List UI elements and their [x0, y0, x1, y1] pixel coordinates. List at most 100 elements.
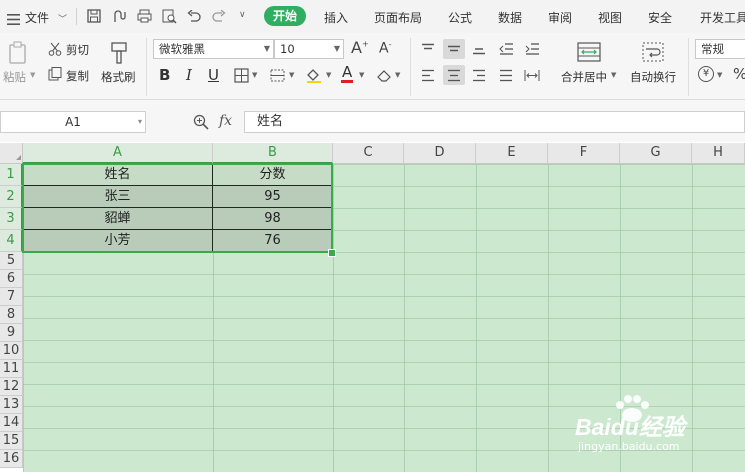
- column-header-d[interactable]: D: [404, 143, 476, 164]
- cell-b3[interactable]: 98: [213, 208, 333, 230]
- undo-icon[interactable]: [185, 7, 203, 25]
- font-name-select[interactable]: 微软雅黑 ▼: [153, 39, 274, 59]
- row-header-9[interactable]: 9: [0, 324, 23, 342]
- tab-home[interactable]: 开始: [264, 6, 307, 26]
- chevron-down-icon[interactable]: ▼: [326, 71, 331, 79]
- select-all-corner[interactable]: [0, 143, 23, 164]
- cut-button[interactable]: 剪切: [66, 42, 89, 58]
- tab-page-layout[interactable]: 页面布局: [374, 9, 422, 26]
- merge-center-icon[interactable]: [576, 41, 602, 63]
- row-header-2[interactable]: 2: [0, 186, 23, 208]
- row-header-16[interactable]: 16: [0, 450, 23, 468]
- distributed-align-icon[interactable]: [522, 65, 542, 85]
- row-header-1[interactable]: 1: [0, 164, 23, 186]
- decrease-indent-icon[interactable]: [496, 39, 516, 59]
- row-header-14[interactable]: 14: [0, 414, 23, 432]
- align-top-icon[interactable]: [418, 39, 438, 59]
- justify-icon[interactable]: [496, 65, 516, 85]
- row-header-5[interactable]: 5: [0, 252, 23, 270]
- row-header-8[interactable]: 8: [0, 306, 23, 324]
- formula-input[interactable]: 姓名: [244, 111, 745, 133]
- column-header-c[interactable]: C: [333, 143, 404, 164]
- cell-a3[interactable]: 貂蝉: [23, 208, 213, 230]
- row-header-10[interactable]: 10: [0, 342, 23, 360]
- cell-b1[interactable]: 分数: [213, 164, 333, 186]
- font-size-select[interactable]: 10 ▼: [274, 39, 344, 59]
- chevron-down-icon[interactable]: ▼: [717, 71, 722, 79]
- percent-button[interactable]: %: [733, 65, 745, 83]
- print-preview-icon[interactable]: [160, 7, 178, 25]
- save-icon[interactable]: [85, 7, 103, 25]
- cell-b4[interactable]: 76: [213, 230, 333, 252]
- cell-a4[interactable]: 小芳: [23, 230, 213, 252]
- paste-icon[interactable]: [6, 40, 30, 66]
- eraser-icon[interactable]: [375, 66, 393, 84]
- share-icon[interactable]: [110, 7, 128, 25]
- cell-style-icon[interactable]: [269, 66, 287, 84]
- chevron-down-icon[interactable]: ▼: [359, 71, 364, 79]
- decrease-font-icon[interactable]: A-: [379, 40, 391, 57]
- row-header-12[interactable]: 12: [0, 378, 23, 396]
- redo-icon[interactable]: [210, 7, 228, 25]
- font-color-icon[interactable]: A: [341, 64, 354, 83]
- column-header-h[interactable]: H: [692, 143, 745, 164]
- column-header-b[interactable]: B: [213, 143, 333, 164]
- chevron-down-icon[interactable]: ▼: [395, 71, 400, 79]
- align-left-icon[interactable]: [418, 65, 438, 85]
- increase-font-icon[interactable]: A+: [351, 38, 369, 57]
- format-painter-icon[interactable]: [107, 40, 131, 66]
- paste-button[interactable]: 粘贴: [3, 69, 26, 85]
- tab-view[interactable]: 视图: [598, 9, 622, 26]
- row-header-4[interactable]: 4: [0, 230, 23, 252]
- tab-security[interactable]: 安全: [648, 9, 672, 26]
- tab-formulas[interactable]: 公式: [448, 9, 472, 26]
- tab-developer[interactable]: 开发工具: [700, 9, 745, 26]
- number-format-select[interactable]: 常规: [695, 39, 745, 59]
- fill-color-icon[interactable]: [304, 66, 324, 84]
- chevron-down-icon[interactable]: ▼: [30, 71, 35, 79]
- column-header-e[interactable]: E: [476, 143, 548, 164]
- chevron-down-icon[interactable]: ▼: [611, 71, 616, 79]
- hamburger-menu-icon[interactable]: [7, 10, 20, 25]
- print-icon[interactable]: [135, 7, 153, 25]
- cell-b2[interactable]: 95: [213, 186, 333, 208]
- cell-a2[interactable]: 张三: [23, 186, 213, 208]
- cell-a1[interactable]: 姓名: [23, 164, 213, 186]
- align-right-icon[interactable]: [469, 65, 489, 85]
- file-menu[interactable]: 文件: [25, 9, 49, 26]
- tab-insert[interactable]: 插入: [324, 9, 348, 26]
- fx-button[interactable]: fx: [219, 113, 232, 129]
- italic-button[interactable]: I: [186, 66, 192, 84]
- chevron-down-icon[interactable]: ﹀: [58, 12, 67, 25]
- increase-indent-icon[interactable]: [522, 39, 542, 59]
- copy-icon[interactable]: [47, 66, 63, 82]
- row-header-3[interactable]: 3: [0, 208, 23, 230]
- row-header-7[interactable]: 7: [0, 288, 23, 306]
- tab-data[interactable]: 数据: [498, 9, 522, 26]
- format-painter-button[interactable]: 格式刷: [101, 69, 136, 85]
- fill-handle[interactable]: [328, 249, 336, 257]
- row-header-6[interactable]: 6: [0, 270, 23, 288]
- merge-center-button[interactable]: 合并居中: [561, 69, 607, 85]
- wrap-text-icon[interactable]: [640, 41, 666, 63]
- currency-icon[interactable]: ¥: [698, 66, 714, 82]
- row-header-11[interactable]: 11: [0, 360, 23, 378]
- align-center-icon[interactable]: [443, 65, 465, 85]
- name-box[interactable]: A1 ▾: [0, 111, 146, 133]
- bold-button[interactable]: B: [159, 66, 170, 84]
- chevron-down-icon[interactable]: ▾: [138, 112, 142, 132]
- align-middle-icon[interactable]: [443, 39, 465, 59]
- zoom-search-icon[interactable]: [192, 113, 210, 131]
- column-header-g[interactable]: G: [620, 143, 692, 164]
- customize-dropdown-icon[interactable]: ∨: [239, 10, 246, 20]
- scissors-icon[interactable]: [47, 41, 63, 57]
- row-header-13[interactable]: 13: [0, 396, 23, 414]
- underline-button[interactable]: U: [208, 66, 219, 84]
- column-header-a[interactable]: A: [23, 143, 213, 164]
- chevron-down-icon[interactable]: ▼: [252, 71, 257, 79]
- column-header-f[interactable]: F: [548, 143, 620, 164]
- wrap-text-button[interactable]: 自动换行: [630, 69, 676, 85]
- tab-review[interactable]: 审阅: [548, 9, 572, 26]
- align-bottom-icon[interactable]: [469, 39, 489, 59]
- copy-button[interactable]: 复制: [66, 68, 89, 84]
